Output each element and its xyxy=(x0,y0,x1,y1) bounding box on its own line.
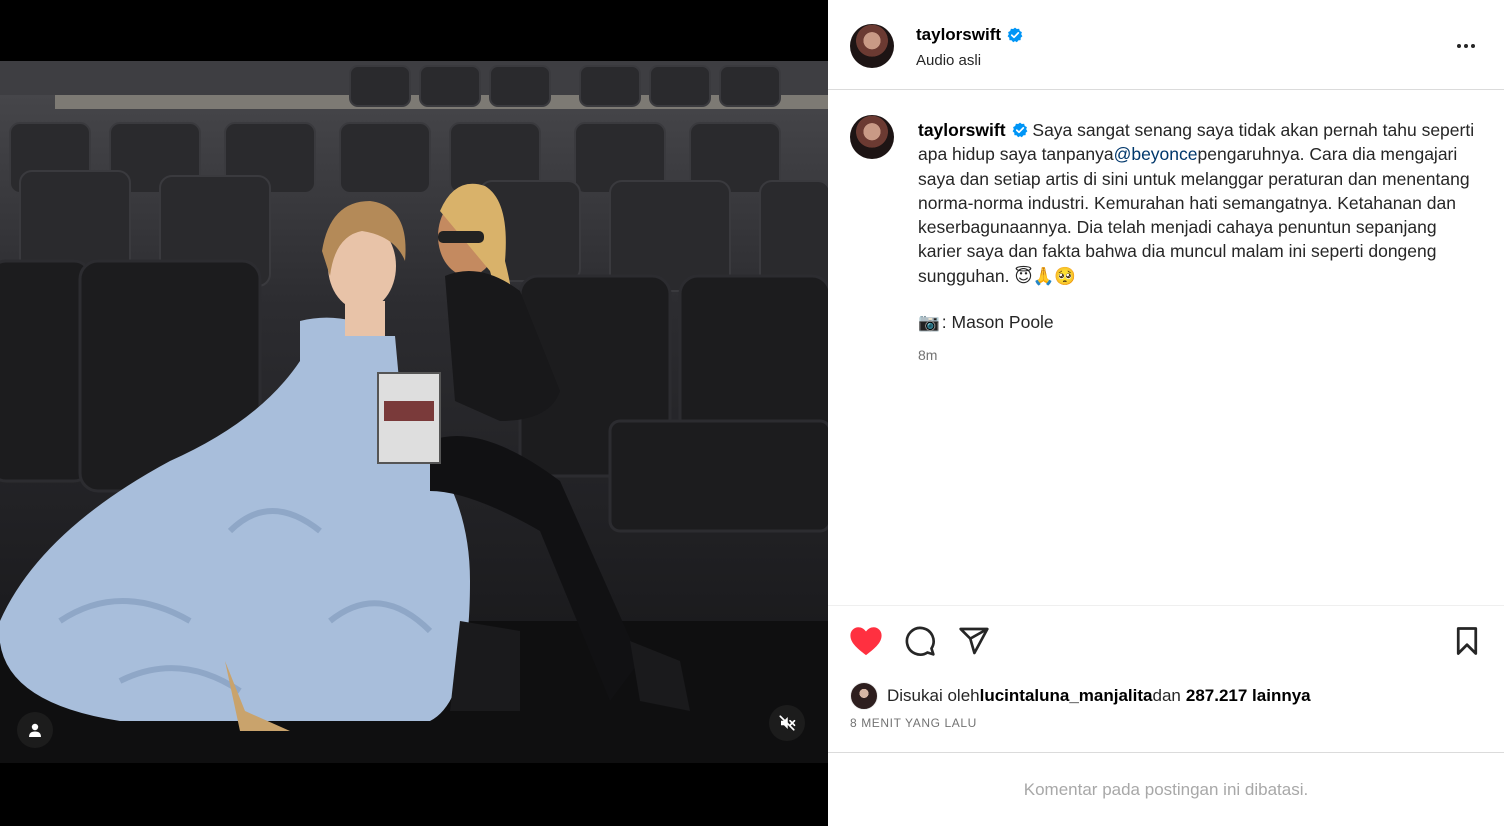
post-date[interactable]: 8 MENIT YANG LALU xyxy=(850,716,977,730)
more-options-button[interactable] xyxy=(1454,34,1478,58)
comment-button[interactable] xyxy=(900,621,940,661)
likes-count[interactable]: 287.217 lainnya xyxy=(1186,686,1311,706)
camera-icon: 📷 xyxy=(918,312,940,332)
person-icon xyxy=(29,723,41,737)
post-details-panel: taylorswift Audio asli taylorswift Saya … xyxy=(828,0,1504,826)
action-bar xyxy=(828,621,1504,663)
comments-limited-notice: Komentar pada postingan ini dibatasi. xyxy=(828,752,1504,826)
avatar[interactable] xyxy=(850,24,894,68)
post-header: taylorswift Audio asli xyxy=(828,0,1504,90)
liker-username[interactable]: lucintaluna_manjalita xyxy=(980,686,1153,706)
likes-prefix: Disukai oleh xyxy=(887,686,980,705)
comment-bubble-icon xyxy=(905,626,935,656)
caption-timestamp[interactable]: 8m xyxy=(918,347,937,363)
caption-username[interactable]: taylorswift xyxy=(918,120,1006,140)
post-video[interactable] xyxy=(0,61,828,763)
speaker-muted-icon xyxy=(779,715,796,731)
caption-body-end: pengaruhnya. Cara dia mengajari saya dan… xyxy=(918,144,1470,286)
likes-middle: dan xyxy=(1152,686,1181,705)
author-username[interactable]: taylorswift xyxy=(916,25,1023,45)
like-button[interactable] xyxy=(846,621,886,661)
likes-summary: Disukai oleh lucintaluna_manjalita dan 2… xyxy=(850,682,1311,710)
tagged-users-button[interactable] xyxy=(17,712,53,748)
caption-text: taylorswift Saya sangat senang saya tida… xyxy=(918,118,1478,288)
bookmark-icon xyxy=(1456,627,1478,655)
heart-filled-icon xyxy=(850,627,882,656)
save-button[interactable] xyxy=(1447,621,1487,661)
audio-label[interactable]: Audio asli xyxy=(916,52,981,69)
verified-badge-icon xyxy=(1012,122,1028,138)
video-frame-illustration xyxy=(0,61,828,763)
liker-avatar[interactable] xyxy=(850,682,878,710)
paper-plane-icon xyxy=(959,627,989,655)
verified-badge-icon xyxy=(1007,27,1023,43)
mention-link[interactable]: @beyonce xyxy=(1114,144,1198,164)
caption-section: taylorswift Saya sangat senang saya tida… xyxy=(828,91,1504,606)
audio-muted-button[interactable] xyxy=(769,705,805,741)
media-pane xyxy=(0,0,828,826)
author-username-text[interactable]: taylorswift xyxy=(916,25,1001,45)
share-button[interactable] xyxy=(954,621,994,661)
photo-credit-text: : Mason Poole xyxy=(941,312,1054,332)
photo-credit: 📷 : Mason Poole xyxy=(918,312,1054,333)
more-dots-icon xyxy=(1457,44,1475,48)
caption-avatar[interactable] xyxy=(850,115,894,159)
comments-limited-text: Komentar pada postingan ini dibatasi. xyxy=(1023,779,1309,799)
